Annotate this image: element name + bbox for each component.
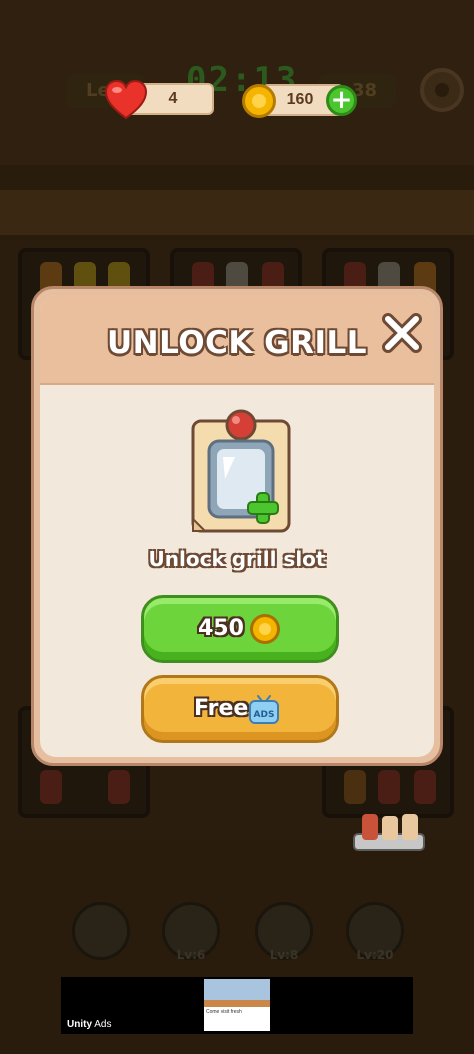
unlock-grill-dialog: UNLOCK GRILL Unlock grill slot 450 Free — [31, 286, 443, 766]
free-label: Free — [194, 696, 249, 721]
booster-level: Lv:8 — [269, 948, 299, 962]
booster-level: Lv:6 — [176, 948, 206, 962]
food-item — [344, 770, 366, 804]
coin-icon — [250, 614, 280, 644]
dialog-body: UNLOCK GRILL Unlock grill slot 450 Free — [40, 295, 434, 757]
settings-gear-icon[interactable] — [420, 68, 464, 112]
ad-image[interactable]: Come visit fresh — [204, 979, 270, 1031]
close-icon[interactable] — [380, 311, 424, 355]
grill-slot-icon — [191, 409, 291, 533]
ad-brand: Unity Ads — [67, 1019, 112, 1030]
food-item — [108, 770, 130, 804]
food-item — [40, 770, 62, 804]
ads-tv-icon: ADS — [249, 695, 279, 724]
food-item — [378, 770, 400, 804]
food-item — [414, 770, 436, 804]
coins-value: 160 — [286, 91, 314, 108]
add-coins-button[interactable]: + — [326, 85, 357, 116]
ad-banner[interactable]: Come visit fresh Unity Ads — [61, 977, 413, 1034]
unlock-free-ads-button[interactable]: Free ADS — [141, 675, 339, 743]
coin-icon — [242, 84, 276, 118]
skewer-plate-icon[interactable] — [352, 808, 426, 854]
order-shelf — [0, 190, 474, 235]
dialog-title: UNLOCK GRILL — [106, 325, 368, 361]
unlock-caption: Unlock grill slot — [148, 547, 326, 571]
ads-badge-label: ADS — [254, 710, 275, 720]
lives-value: 4 — [168, 90, 178, 107]
unlock-with-coins-button[interactable]: 450 — [141, 595, 339, 663]
booster-level: Lv:20 — [356, 948, 394, 962]
booster-button[interactable] — [72, 902, 130, 960]
ad-caption: Come visit fresh — [204, 1007, 270, 1031]
heart-icon — [104, 80, 148, 120]
price-label: 450 — [198, 616, 244, 641]
